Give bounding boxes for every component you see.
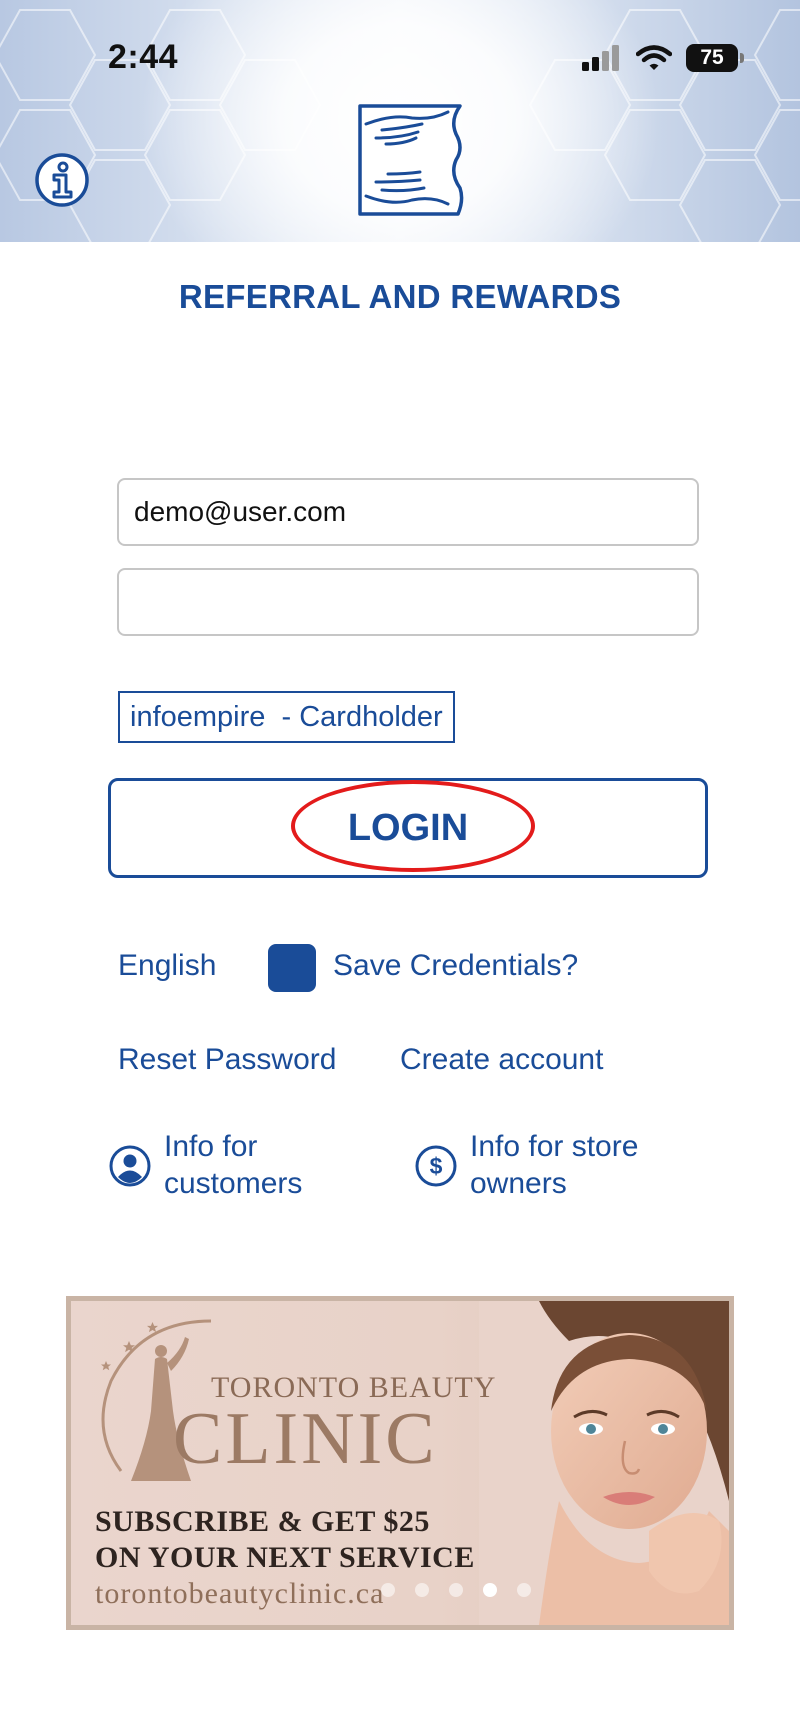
app-header: 2:44 75 [0, 0, 800, 242]
save-credentials-label[interactable]: Save Credentials? [333, 949, 578, 983]
language-selector[interactable]: English [118, 949, 216, 983]
save-credentials-checkbox[interactable] [268, 944, 316, 992]
carousel-dot[interactable] [449, 1583, 463, 1597]
status-icons: 75 [582, 44, 744, 72]
info-store-line2: owners [470, 1167, 567, 1200]
cellular-signal-icon [582, 45, 619, 71]
battery-indicator: 75 [686, 44, 744, 72]
account-type-selector[interactable]: infoempire - Cardholder [118, 691, 455, 743]
email-input[interactable] [117, 478, 699, 546]
info-customers-line2: customers [164, 1167, 303, 1200]
status-time: 2:44 [108, 38, 179, 76]
info-store-line1: Info for store [470, 1130, 639, 1163]
app-title: REFERRAL AND REWARDS [178, 278, 622, 315]
wifi-icon [636, 45, 672, 70]
info-for-customers-link[interactable]: Info for customers [108, 1128, 302, 1202]
svg-text:$: $ [430, 1153, 443, 1179]
info-customers-line1: Info for [164, 1130, 258, 1163]
carousel-dot[interactable] [517, 1583, 531, 1597]
banner-url: torontobeautyclinic.ca [95, 1577, 385, 1610]
carousel-page-indicator[interactable] [381, 1583, 531, 1597]
carousel-dot[interactable] [381, 1583, 395, 1597]
info-circle-icon[interactable] [34, 152, 90, 208]
carousel-dot[interactable] [415, 1583, 429, 1597]
banner-offer-line2: ON YOUR NEXT SERVICE [95, 1541, 475, 1574]
promo-banner-carousel[interactable]: TORONTO BEAUTY CLINIC SUBSCRIBE & GET $2… [66, 1296, 734, 1630]
hands-logo-icon [358, 104, 464, 216]
info-for-store-owners-link[interactable]: $ Info for store owners [414, 1128, 638, 1202]
reset-password-link[interactable]: Reset Password [118, 1043, 336, 1077]
password-input[interactable] [117, 568, 699, 636]
banner-brand-line2: CLINIC [173, 1398, 438, 1480]
model-portrait-image [479, 1301, 729, 1625]
create-account-link[interactable]: Create account [400, 1043, 603, 1077]
user-circle-icon [109, 1145, 151, 1187]
carousel-dot-active[interactable] [483, 1583, 497, 1597]
dollar-circle-icon: $ [415, 1145, 457, 1187]
login-button[interactable]: LOGIN [108, 778, 708, 878]
banner-offer-line1: SUBSCRIBE & GET $25 [95, 1505, 430, 1538]
